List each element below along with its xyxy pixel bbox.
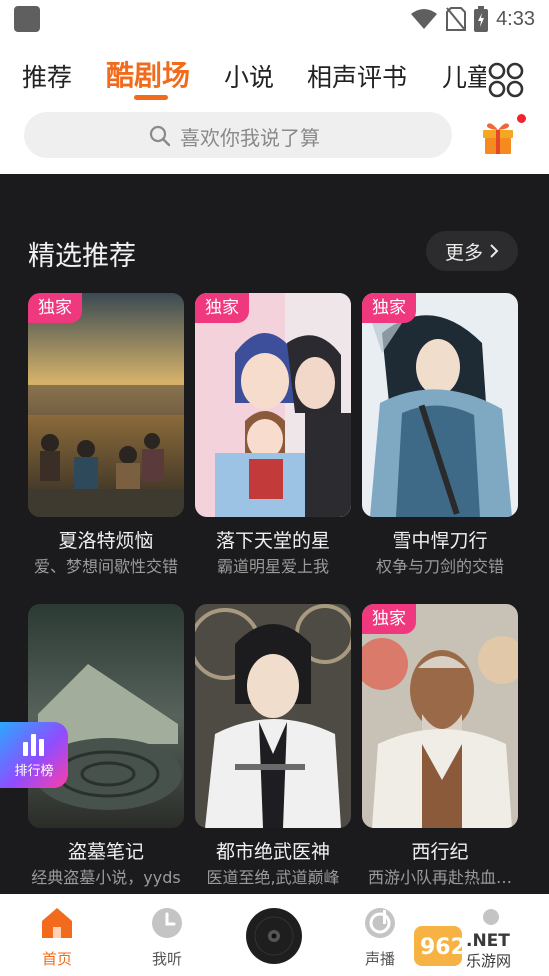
- bar-chart-icon: [23, 734, 44, 756]
- broadcast-icon: [365, 908, 395, 938]
- card-subtitle: 爱、梦想间歇性交错: [33, 557, 178, 576]
- disc-icon: [247, 909, 301, 963]
- svg-text:962: 962: [420, 935, 466, 960]
- tab-children[interactable]: 儿童: [442, 58, 488, 94]
- card-title: 落下天堂的星: [215, 530, 330, 552]
- nav-broadcast-label: 声播: [364, 950, 395, 968]
- chevron-right-icon: [490, 244, 499, 258]
- active-tab-indicator: [134, 95, 168, 100]
- card-subtitle: 经典盗墓小说，yyds: [31, 868, 181, 887]
- card-title: 都市绝武医神: [215, 841, 330, 863]
- all-categories-icon[interactable]: [486, 60, 526, 100]
- cover-image: 独家: [362, 293, 518, 517]
- section-title: 精选推荐: [28, 241, 136, 272]
- more-label: 更多: [444, 241, 483, 264]
- card-title: 西行纪: [411, 841, 469, 863]
- cover-image: 独家: [28, 293, 184, 517]
- card-subtitle: 权争与刀剑的交错: [375, 557, 504, 576]
- exclusive-badge: 独家: [362, 604, 416, 634]
- exclusive-badge: 独家: [195, 293, 249, 323]
- site-watermark-logo: 962 .NET 乐游网: [414, 924, 544, 970]
- nav-listen[interactable]: 我听: [122, 894, 212, 976]
- nav-home-label: 首页: [41, 950, 72, 968]
- tab-children-clip: 儿童: [442, 52, 488, 106]
- tab-theater[interactable]: 酷剧场: [106, 54, 190, 94]
- search-placeholder: 喜欢你我说了算: [180, 126, 320, 150]
- card-subtitle: 霸道明星爱上我: [216, 557, 329, 576]
- cover-image: [28, 604, 184, 828]
- status-bar: 4:33: [0, 0, 549, 40]
- card-title: 盗墓笔记: [67, 841, 144, 863]
- exclusive-badge: 独家: [362, 293, 416, 323]
- card-subtitle: 医道至绝,武道巅峰: [206, 868, 340, 887]
- clock-icon: [152, 908, 182, 938]
- player-disc-button[interactable]: [246, 908, 302, 964]
- ranking-button[interactable]: 排行榜: [0, 722, 68, 788]
- nav-home[interactable]: 首页: [12, 894, 102, 976]
- app-notification-icon: [14, 6, 40, 32]
- cover-image: [195, 604, 351, 828]
- wifi-icon: [411, 9, 438, 29]
- svg-text:.NET: .NET: [466, 931, 510, 951]
- cover-image: 独家: [362, 604, 518, 828]
- card-title: 夏洛特烦恼: [58, 530, 154, 552]
- svg-text:乐游网: 乐游网: [466, 952, 511, 970]
- tab-crosstalk[interactable]: 相声评书: [307, 58, 407, 94]
- clock: 4:33: [496, 7, 535, 30]
- nav-listen-label: 我听: [151, 950, 182, 968]
- search-bar[interactable]: 喜欢你我说了算: [24, 112, 452, 158]
- exclusive-badge: 独家: [28, 293, 82, 323]
- battery-charging-icon: [474, 6, 489, 32]
- status-icons: 4:33: [410, 5, 535, 33]
- home-icon: [42, 908, 72, 938]
- notification-dot: [517, 114, 526, 123]
- gift-icon[interactable]: [478, 116, 518, 156]
- ranking-label: 排行榜: [14, 764, 54, 779]
- more-button[interactable]: 更多: [426, 231, 518, 271]
- search-icon: [149, 125, 171, 147]
- cover-image: 独家: [195, 293, 351, 517]
- tab-recommend[interactable]: 推荐: [22, 58, 72, 94]
- card-title: 雪中悍刀行: [392, 530, 488, 552]
- no-sim-icon: [446, 7, 467, 31]
- tab-novel[interactable]: 小说: [224, 58, 274, 94]
- nav-broadcast[interactable]: 声播: [335, 894, 425, 976]
- card-subtitle: 西游小队再赴热血…: [367, 868, 512, 887]
